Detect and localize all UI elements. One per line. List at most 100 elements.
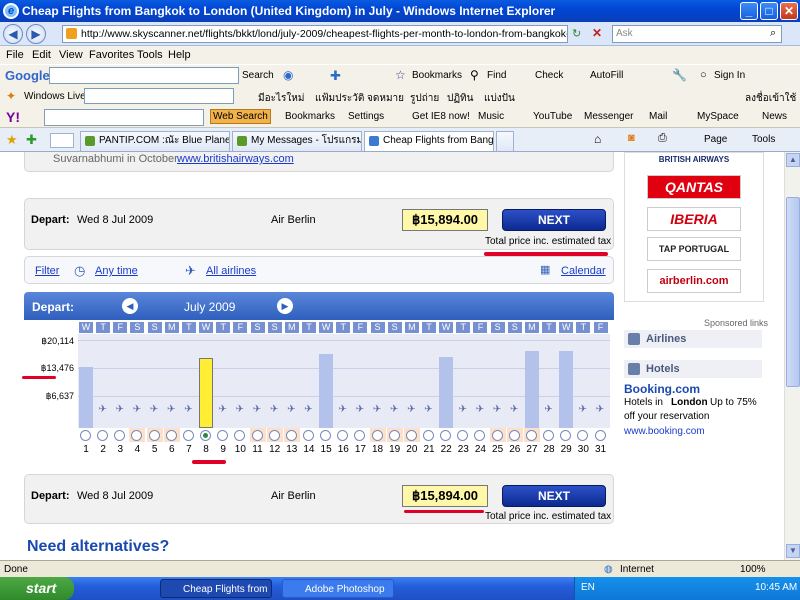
minimize-button[interactable]: _ xyxy=(740,2,758,20)
day-radio[interactable] xyxy=(440,430,452,441)
plane-icon[interactable]: ✈ xyxy=(473,404,486,416)
any-time-link[interactable]: Any time xyxy=(95,265,138,277)
yahoo-myspace[interactable]: MySpace xyxy=(697,111,739,122)
day-radio[interactable] xyxy=(543,430,555,441)
taskbar-item-photoshop[interactable]: Adobe Photoshop xyxy=(282,579,394,598)
day-radio[interactable] xyxy=(525,430,537,441)
tab-messages[interactable]: My Messages - โปรแกรมเลือส... xyxy=(232,131,362,151)
search-go-icon[interactable]: ⌕ xyxy=(770,27,776,40)
plane-icon[interactable]: ✈ xyxy=(182,404,195,416)
plane-icon[interactable]: ✈ xyxy=(353,404,366,416)
menu-tools[interactable]: Tools xyxy=(137,49,163,61)
plane-icon[interactable]: ✈ xyxy=(148,404,161,416)
day-radio[interactable] xyxy=(337,430,349,441)
plane-icon[interactable]: ✈ xyxy=(302,404,315,416)
yahoo-settings[interactable]: Settings xyxy=(348,111,384,122)
day-radio[interactable] xyxy=(320,430,332,441)
day-radio[interactable] xyxy=(594,430,606,441)
plane-icon[interactable]: ✈ xyxy=(542,404,555,416)
plane-icon[interactable]: ✈ xyxy=(130,404,143,416)
scroll-thumb[interactable] xyxy=(786,197,800,387)
tools-menu[interactable]: Tools xyxy=(752,134,775,145)
scroll-down-icon[interactable]: ▼ xyxy=(786,544,800,558)
yahoo-ie8[interactable]: Get IE8 now! xyxy=(412,111,470,122)
google-signin[interactable]: Sign In xyxy=(714,70,745,81)
wrench-icon[interactable]: 🔧 xyxy=(672,68,687,82)
live-search-input[interactable] xyxy=(84,88,234,104)
yahoo-youtube[interactable]: YouTube xyxy=(533,111,572,122)
price-bar[interactable] xyxy=(79,367,93,428)
all-airlines-link[interactable]: All airlines xyxy=(206,265,256,277)
airberlin-logo[interactable]: airberlin.com xyxy=(647,269,741,293)
price-bar[interactable] xyxy=(524,351,539,428)
plane-icon[interactable]: ✈ xyxy=(113,404,126,416)
google-find[interactable]: Find xyxy=(487,70,506,81)
plus-icon[interactable]: ✚ xyxy=(330,68,341,84)
day-radio[interactable] xyxy=(560,430,572,441)
plane-icon[interactable]: ✈ xyxy=(456,404,469,416)
yahoo-bookmarks[interactable]: Bookmarks xyxy=(285,111,335,122)
day-radio[interactable] xyxy=(251,430,263,441)
back-button[interactable]: ◀ xyxy=(3,24,23,44)
refresh-icon[interactable]: ↻ xyxy=(572,27,581,40)
day-radio[interactable] xyxy=(165,430,177,441)
favorites-star-icon[interactable]: ★ xyxy=(6,132,18,148)
plane-icon[interactable]: ✈ xyxy=(405,404,418,416)
menu-view[interactable]: View xyxy=(59,49,83,61)
day-radio[interactable] xyxy=(200,430,212,441)
next-button[interactable]: NEXT xyxy=(502,485,606,507)
yahoo-messenger[interactable]: Messenger xyxy=(584,111,633,122)
ad-title[interactable]: Booking.com xyxy=(624,382,700,396)
print-icon[interactable]: ⎙ xyxy=(658,132,667,145)
day-radio[interactable] xyxy=(388,430,400,441)
tab-cheap-flights[interactable]: Cheap Flights from Bangk... xyxy=(364,131,494,151)
day-radio[interactable] xyxy=(405,430,417,441)
day-radio[interactable] xyxy=(423,430,434,441)
british-airways-logo[interactable]: BRITISH AIRWAYS xyxy=(647,152,741,173)
plane-icon[interactable]: ✈ xyxy=(422,404,435,416)
scroll-up-icon[interactable]: ▲ xyxy=(786,153,800,167)
day-radio[interactable] xyxy=(268,430,280,441)
day-radio[interactable] xyxy=(577,430,589,441)
tab-pantip[interactable]: PANTIP.COM :ณัะ Blue Planet... xyxy=(80,131,230,151)
plane-icon[interactable]: ✈ xyxy=(233,404,246,416)
yahoo-music[interactable]: Music xyxy=(478,111,504,122)
yahoo-mail[interactable]: Mail xyxy=(649,111,667,122)
plane-icon[interactable]: ✈ xyxy=(216,404,229,416)
plane-icon[interactable]: ✈ xyxy=(491,404,504,416)
day-radio[interactable] xyxy=(97,430,109,441)
live-link-profile[interactable]: แฟ้มประวัติ xyxy=(315,91,364,106)
live-link-calendar[interactable]: ปฏิทิน xyxy=(447,91,474,106)
live-link-share[interactable]: แบ่งปัน xyxy=(484,91,515,106)
new-tab-button[interactable] xyxy=(496,131,514,151)
maximize-button[interactable]: □ xyxy=(760,2,778,20)
prev-month-button[interactable]: ◀ xyxy=(122,298,138,314)
vertical-scrollbar[interactable]: ▲ ▼ xyxy=(784,152,800,560)
taskbar-item-ie[interactable]: Cheap Flights from B... xyxy=(160,579,272,598)
search-input[interactable]: Ask xyxy=(612,25,782,43)
day-radio[interactable] xyxy=(474,430,486,441)
yahoo-search-input[interactable] xyxy=(44,109,204,126)
day-radio[interactable] xyxy=(491,430,503,441)
close-button[interactable]: ✕ xyxy=(780,2,798,20)
day-radio[interactable] xyxy=(354,430,366,441)
day-radio[interactable] xyxy=(80,430,91,441)
next-button[interactable]: NEXT xyxy=(502,209,606,231)
day-radio[interactable] xyxy=(371,430,383,441)
plane-icon[interactable]: ✈ xyxy=(336,404,349,416)
address-bar[interactable]: http://www.skyscanner.net/flights/bkkt/l… xyxy=(62,25,568,43)
live-link-whatsnew[interactable]: มีอะไรใหม่ xyxy=(258,91,304,106)
plane-icon[interactable]: ✈ xyxy=(508,404,521,416)
menu-edit[interactable]: Edit xyxy=(32,49,51,61)
notice-link[interactable]: www.britishairways.com xyxy=(177,153,294,165)
price-bar[interactable] xyxy=(319,354,334,428)
day-radio[interactable] xyxy=(302,430,314,441)
home-icon[interactable]: ⌂ xyxy=(594,132,601,146)
plane-icon[interactable]: ✈ xyxy=(371,404,384,416)
calendar-link[interactable]: Calendar xyxy=(561,265,606,277)
menu-file[interactable]: File xyxy=(6,49,24,61)
price-bar[interactable] xyxy=(439,357,454,428)
start-button[interactable]: start xyxy=(0,577,74,600)
google-check[interactable]: Check xyxy=(535,70,563,81)
plane-icon[interactable]: ✈ xyxy=(576,404,589,416)
